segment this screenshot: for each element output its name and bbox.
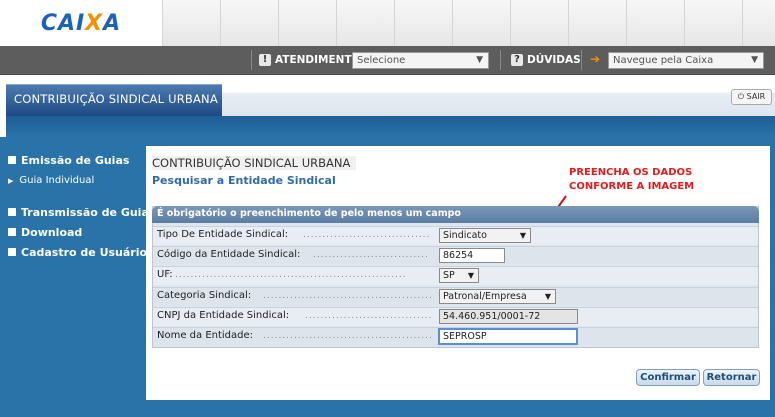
atendimento-select[interactable]: Selecione ▼	[352, 52, 489, 69]
duvidas-label[interactable]: DÚVIDAS	[527, 54, 581, 66]
attention-icon: !	[259, 54, 271, 66]
page-title: CONTRIBUIÇÃO SINDICAL URBANA	[14, 92, 218, 106]
content-title: CONTRIBUIÇÃO SINDICAL URBANA	[152, 156, 357, 170]
bullet-icon	[8, 228, 16, 236]
exit-button[interactable]: ⏻ SAIR	[731, 89, 772, 105]
field-label: CNPJ da Entidade Sindical:	[157, 310, 290, 321]
arrow-right-icon: ➔	[590, 52, 601, 66]
field-label: UF:	[157, 269, 173, 280]
chevron-down-icon: ▼	[476, 55, 483, 65]
sidebar-item-download[interactable]: Download	[8, 226, 82, 239]
field-label: Categoria Sindical:	[157, 290, 252, 301]
chevron-down-icon: ▼	[544, 292, 551, 301]
bullet-icon	[8, 248, 16, 256]
categoria-sindical-select[interactable]: Patronal/Empresa ▼	[439, 289, 556, 304]
sidebar-item-cadastro-de-usuario[interactable]: Cadastro de Usuário	[8, 246, 147, 259]
form-header: É obrigatório o preenchimento de pelo me…	[152, 206, 759, 223]
codigo-entidade-input[interactable]: 86254	[439, 248, 505, 263]
cnpj-input[interactable]: 54.460.951/0001-72	[439, 309, 578, 324]
header-decoration	[163, 0, 775, 46]
help-question-icon: ?	[511, 54, 523, 66]
atendimento-label: ATENDIMENTO	[275, 54, 361, 66]
navegue-select[interactable]: Navegue pela Caixa ▼	[608, 52, 764, 69]
chevron-down-icon: ▼	[519, 231, 526, 240]
triangle-right-icon: ▶	[8, 177, 14, 185]
site-header: CAIXA	[0, 0, 775, 46]
annotation-note: PREENCHA OS DADOS CONFORME A IMAGEM	[569, 167, 695, 192]
field-label: Nome da Entidade:	[157, 330, 254, 341]
bullet-icon	[8, 208, 16, 216]
frame-top-bar	[6, 116, 775, 136]
chevron-down-icon: ▼	[751, 55, 758, 65]
field-label: Tipo De Entidade Sindical:	[157, 229, 289, 240]
return-button[interactable]: Retornar	[703, 369, 760, 386]
chevron-down-icon: ▼	[467, 271, 474, 280]
sidebar-item-emissao-de-guias[interactable]: Emissão de Guias	[8, 154, 129, 167]
confirm-button[interactable]: Confirmar	[636, 369, 700, 386]
field-label: Código da Entidade Sindical:	[157, 249, 301, 260]
page: CAIXA ! ATENDIMENTO Selecione ▼ ? DÚVIDAS…	[0, 0, 775, 417]
content-subtitle: Pesquisar a Entidade Sindical	[152, 174, 336, 187]
nome-entidade-input[interactable]: SEPROSP	[438, 328, 578, 345]
caixa-logo[interactable]: CAIXA	[0, 0, 163, 46]
tipo-entidade-select[interactable]: Sindicato ▼	[439, 228, 531, 243]
logo-text: CAIXA	[40, 10, 122, 36]
sidebar-item-transmissao-de-guias[interactable]: Transmissão de Guias	[8, 206, 155, 219]
sidebar-item-guia-individual[interactable]: ▶ Guia Individual	[8, 175, 94, 186]
bullet-icon	[8, 156, 16, 164]
uf-select[interactable]: SP ▼	[439, 268, 479, 283]
